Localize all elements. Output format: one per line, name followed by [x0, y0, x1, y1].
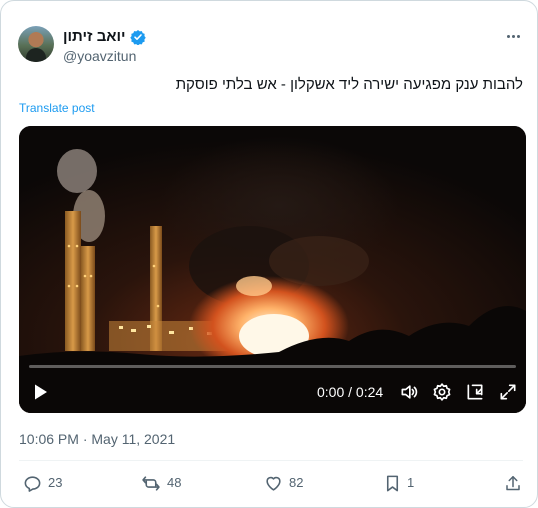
- docked-player-button[interactable]: [464, 381, 486, 403]
- video-frame: [19, 126, 526, 413]
- more-options-button[interactable]: [503, 29, 523, 43]
- more-icon: [506, 34, 510, 38]
- play-button[interactable]: [31, 381, 51, 403]
- repost-count: 48: [167, 475, 182, 490]
- reply-count: 23: [48, 475, 63, 490]
- fullscreen-icon: [500, 384, 516, 400]
- reply-button[interactable]: 23: [23, 473, 62, 493]
- heart-icon: [266, 476, 281, 491]
- divider: [19, 460, 523, 461]
- settings-button[interactable]: [431, 381, 453, 403]
- avatar[interactable]: [18, 26, 54, 62]
- repost-button[interactable]: 48: [141, 473, 181, 493]
- tweet-text: להבות ענק מפגיעה ישירה ליד אשקלון - אש ב…: [175, 76, 523, 93]
- like-button[interactable]: 82: [264, 473, 303, 493]
- verified-badge-icon: [129, 29, 146, 46]
- tweet-card: יואב זיתון @yoavzitun להבות ענק מפגיעה י…: [0, 0, 538, 508]
- share-icon: [506, 475, 520, 490]
- bookmark-button[interactable]: 1: [384, 473, 414, 493]
- bookmark-count: 1: [407, 475, 415, 490]
- like-count: 82: [289, 475, 304, 490]
- tweet-timestamp[interactable]: 10:06 PM · May 11, 2021: [19, 430, 175, 448]
- author-display-name[interactable]: יואב זיתון: [63, 28, 126, 46]
- video-time: 0:00 / 0:24: [317, 384, 384, 400]
- author-block: יואב זיתון @yoavzitun: [63, 28, 146, 65]
- reply-icon: [24, 475, 41, 492]
- play-icon: [35, 384, 47, 400]
- volume-icon: [401, 385, 418, 399]
- video-player[interactable]: 0:00 / 0:24: [19, 126, 526, 413]
- volume-button[interactable]: [398, 381, 420, 403]
- repost-icon: [142, 475, 160, 491]
- translate-post-link[interactable]: Translate post: [19, 101, 95, 115]
- settings-icon: [433, 383, 451, 401]
- fullscreen-button[interactable]: [497, 381, 519, 403]
- video-progress-bar[interactable]: [29, 365, 516, 368]
- docked-player-icon: [467, 384, 483, 400]
- bookmark-icon: [386, 475, 399, 491]
- author-handle[interactable]: @yoavzitun: [63, 47, 146, 65]
- share-button[interactable]: [504, 473, 522, 493]
